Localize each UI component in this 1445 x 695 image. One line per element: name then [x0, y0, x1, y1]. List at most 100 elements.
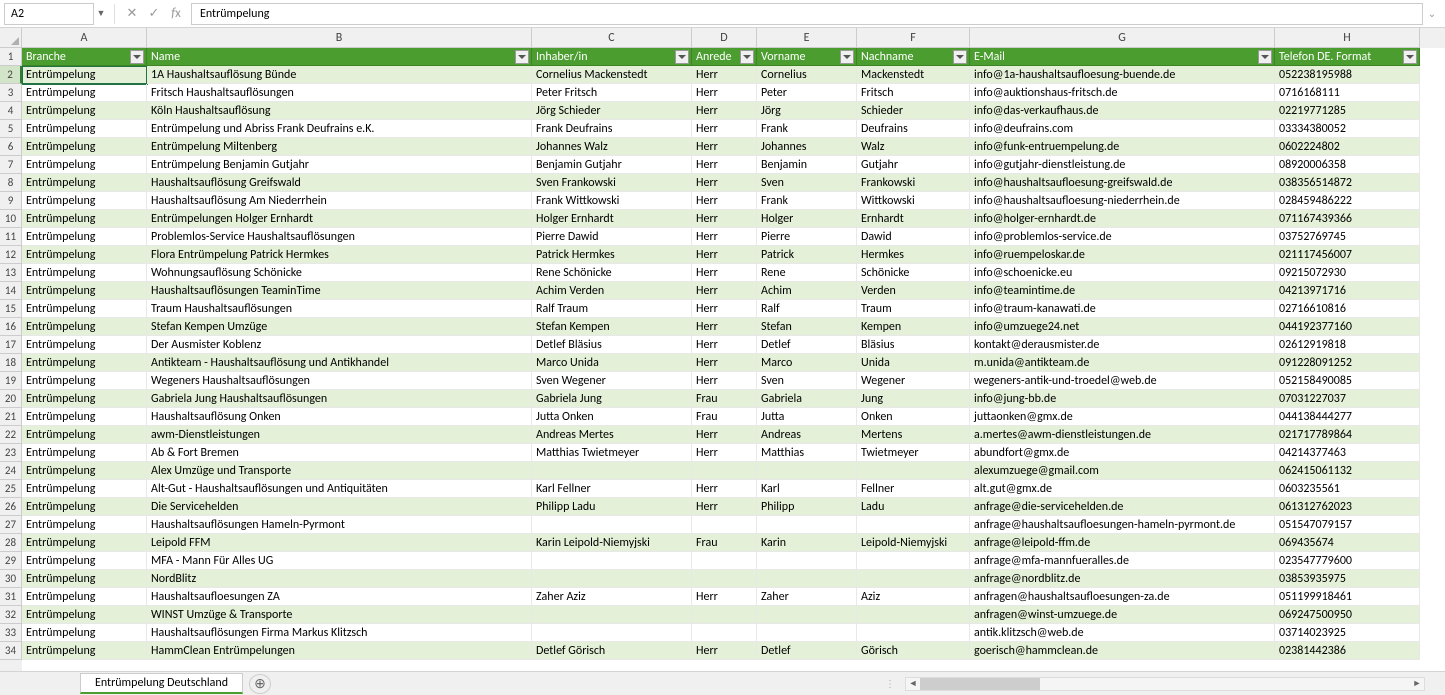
cell[interactable]: Wohnungsauflösung Schönicke: [147, 264, 532, 282]
row-header-21[interactable]: 21: [0, 408, 22, 426]
cell[interactable]: Leipold FFM: [147, 534, 532, 552]
cell[interactable]: Entrümpelung: [22, 318, 147, 336]
cell[interactable]: NordBlitz: [147, 570, 532, 588]
cell[interactable]: MFA - Mann Für Alles UG: [147, 552, 532, 570]
sheet-tab[interactable]: Entrümpelung Deutschland: [80, 673, 243, 694]
cell[interactable]: Stefan Kempen Umzüge: [147, 318, 532, 336]
cell[interactable]: alexumzuege@gmail.com: [970, 462, 1275, 480]
cell[interactable]: Herr: [692, 66, 757, 84]
column-header-C[interactable]: C: [532, 28, 692, 48]
cell[interactable]: Herr: [692, 300, 757, 318]
cell[interactable]: Entrümpelung: [22, 246, 147, 264]
cell[interactable]: 071167439366: [1275, 210, 1420, 228]
scroll-grip-icon[interactable]: ⋮: [885, 677, 897, 690]
cell[interactable]: 062415061132: [1275, 462, 1420, 480]
cell[interactable]: Traum Haushaltsauflösungen: [147, 300, 532, 318]
cell[interactable]: Gabriela Jung Haushaltsauflösungen: [147, 390, 532, 408]
cell[interactable]: Sven: [757, 174, 857, 192]
cell[interactable]: Holger Ernhardt: [532, 210, 692, 228]
row-header-29[interactable]: 29: [0, 552, 22, 570]
cell[interactable]: [532, 516, 692, 534]
cell[interactable]: Antikteam - Haushaltsauflösung und Antik…: [147, 354, 532, 372]
cell[interactable]: Marco Unida: [532, 354, 692, 372]
cell[interactable]: Herr: [692, 84, 757, 102]
cell[interactable]: anfragen@winst-umzuege.de: [970, 606, 1275, 624]
cell[interactable]: Jung: [857, 390, 970, 408]
cell[interactable]: Jutta Onken: [532, 408, 692, 426]
cell[interactable]: [757, 462, 857, 480]
cell[interactable]: 023547779600: [1275, 552, 1420, 570]
row-header-34[interactable]: 34: [0, 642, 22, 660]
cell[interactable]: Stefan Kempen: [532, 318, 692, 336]
filter-dropdown-icon[interactable]: [1403, 50, 1417, 64]
cell[interactable]: Haushaltsauflösungen TeaminTime: [147, 282, 532, 300]
row-header-30[interactable]: 30: [0, 570, 22, 588]
cell[interactable]: Entrümpelung: [22, 372, 147, 390]
cell[interactable]: [857, 516, 970, 534]
cell[interactable]: Haushaltsauflösung Am Niederrhein: [147, 192, 532, 210]
cell[interactable]: Philipp Ladu: [532, 498, 692, 516]
filter-dropdown-icon[interactable]: [740, 50, 754, 64]
cell[interactable]: Entrümpelungen Holger Ernhardt: [147, 210, 532, 228]
row-header-8[interactable]: 8: [0, 174, 22, 192]
cell[interactable]: 038356514872: [1275, 174, 1420, 192]
column-header-D[interactable]: D: [692, 28, 757, 48]
cell[interactable]: 061312762023: [1275, 498, 1420, 516]
cell[interactable]: a.mertes@awm-dienstleistungen.de: [970, 426, 1275, 444]
cell[interactable]: anfrage@mfa-mannfueralles.de: [970, 552, 1275, 570]
cell[interactable]: [757, 606, 857, 624]
cell[interactable]: Entrümpelung: [22, 426, 147, 444]
cell[interactable]: Fritsch: [857, 84, 970, 102]
cell[interactable]: Herr: [692, 480, 757, 498]
column-header-E[interactable]: E: [757, 28, 857, 48]
cell[interactable]: Entrümpelung: [22, 210, 147, 228]
cell[interactable]: goerisch@hammclean.de: [970, 642, 1275, 660]
cell[interactable]: Der Ausmister Koblenz: [147, 336, 532, 354]
header-cell[interactable]: Anrede: [692, 48, 757, 66]
cell[interactable]: Karin: [757, 534, 857, 552]
cell[interactable]: 051199918461: [1275, 588, 1420, 606]
cell[interactable]: Herr: [692, 246, 757, 264]
cell[interactable]: Entrümpelung: [22, 102, 147, 120]
cell[interactable]: 069435674: [1275, 534, 1420, 552]
cell[interactable]: Haushaltsauflösung Onken: [147, 408, 532, 426]
cell[interactable]: kontakt@derausmister.de: [970, 336, 1275, 354]
cell[interactable]: Walz: [857, 138, 970, 156]
header-cell[interactable]: Nachname: [857, 48, 970, 66]
cell[interactable]: Herr: [692, 642, 757, 660]
cell[interactable]: Haushaltsaufloesungen ZA: [147, 588, 532, 606]
cell[interactable]: Frank Deufrains: [532, 120, 692, 138]
cell[interactable]: Sven Wegener: [532, 372, 692, 390]
cell[interactable]: Peter: [757, 84, 857, 102]
cell[interactable]: Detlef: [757, 336, 857, 354]
cell[interactable]: [692, 552, 757, 570]
cell[interactable]: Herr: [692, 354, 757, 372]
cell[interactable]: Frankowski: [857, 174, 970, 192]
cell[interactable]: Entrümpelung: [22, 462, 147, 480]
cell[interactable]: Detlef: [757, 642, 857, 660]
cell[interactable]: Kempen: [857, 318, 970, 336]
filter-dropdown-icon[interactable]: [840, 50, 854, 64]
cell[interactable]: Unida: [857, 354, 970, 372]
filter-dropdown-icon[interactable]: [675, 50, 689, 64]
cell[interactable]: Jörg: [757, 102, 857, 120]
row-header-10[interactable]: 10: [0, 210, 22, 228]
cell[interactable]: Entrümpelung: [22, 408, 147, 426]
cell[interactable]: [532, 462, 692, 480]
cell[interactable]: info@problemlos-service.de: [970, 228, 1275, 246]
cell[interactable]: 069247500950: [1275, 606, 1420, 624]
cell[interactable]: Johannes Walz: [532, 138, 692, 156]
cell[interactable]: Alex Umzüge und Transporte: [147, 462, 532, 480]
cell[interactable]: 07031227037: [1275, 390, 1420, 408]
cell[interactable]: WINST Umzüge & Transporte: [147, 606, 532, 624]
cell[interactable]: alt.gut@gmx.de: [970, 480, 1275, 498]
cell[interactable]: Herr: [692, 318, 757, 336]
cell[interactable]: anfrage@haushaltsaufloesungen-hameln-pyr…: [970, 516, 1275, 534]
cell[interactable]: anfrage@leipold-ffm.de: [970, 534, 1275, 552]
cell[interactable]: Ab & Fort Bremen: [147, 444, 532, 462]
cell[interactable]: info@das-verkaufhaus.de: [970, 102, 1275, 120]
cell[interactable]: 02381442386: [1275, 642, 1420, 660]
cell[interactable]: Frank: [757, 192, 857, 210]
cell[interactable]: Zaher: [757, 588, 857, 606]
cell[interactable]: [757, 516, 857, 534]
